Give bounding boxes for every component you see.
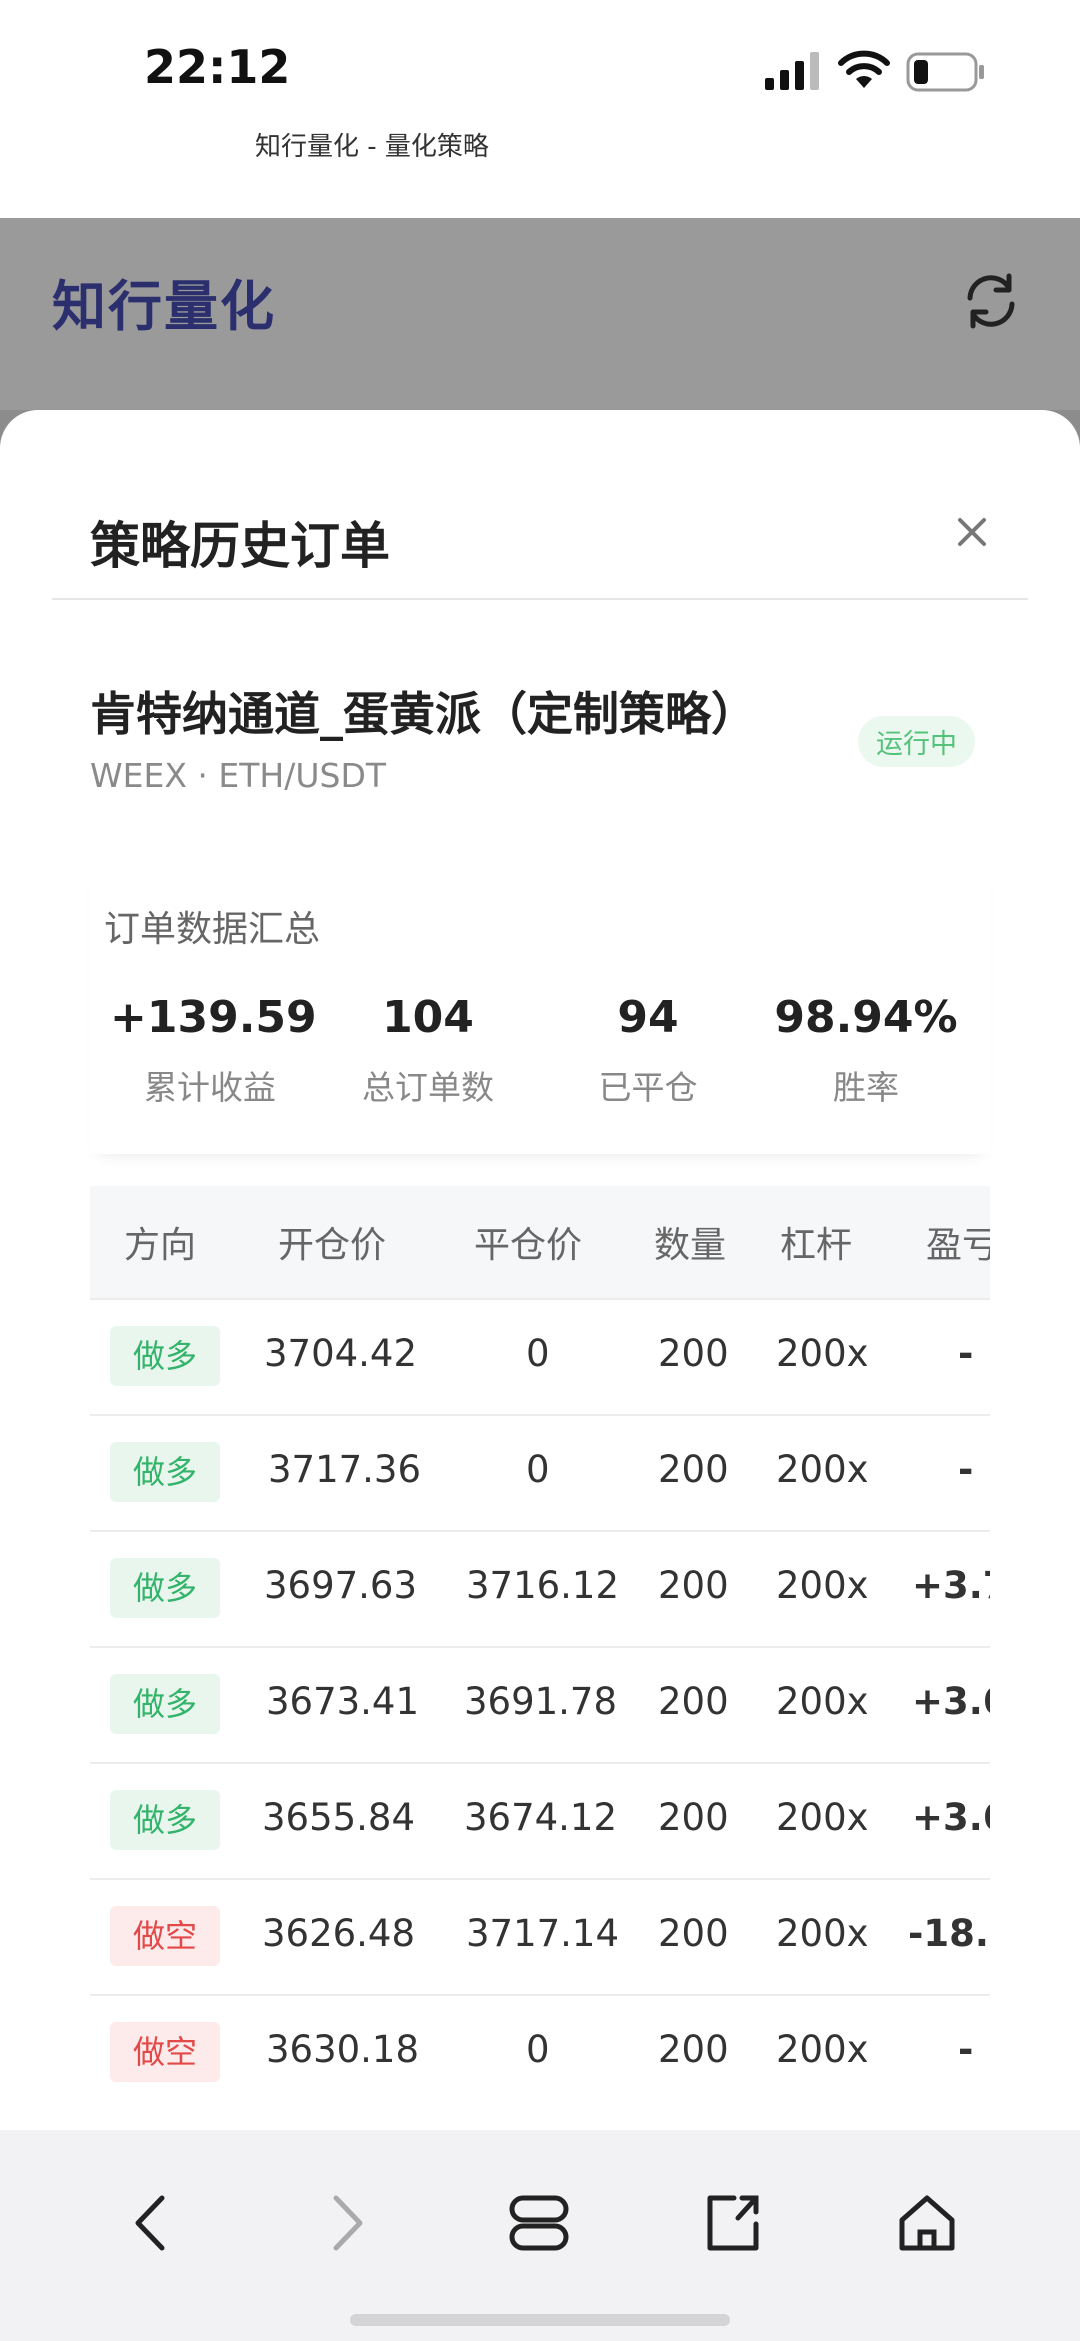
wifi-icon bbox=[838, 50, 890, 88]
pnl: +3.6 bbox=[912, 1680, 990, 1723]
open-price: 3673.41 bbox=[266, 1680, 420, 1723]
direction-tag: 做空 bbox=[110, 2022, 220, 2082]
close-price: 3717.14 bbox=[466, 1912, 620, 1955]
leverage: 200x bbox=[776, 1912, 869, 1955]
direction-tag: 做多 bbox=[110, 1790, 220, 1850]
stat-label: 总订单数 bbox=[362, 1068, 494, 1107]
sheet-title: 策略历史订单 bbox=[90, 517, 390, 575]
stat-value: 98.94% bbox=[774, 992, 958, 1043]
stat-label: 累计收益 bbox=[144, 1068, 276, 1107]
table-row[interactable]: 做空 3630.18 0 200 200x - bbox=[90, 1994, 990, 2112]
stat-total-orders: 104 总订单数 bbox=[328, 992, 528, 1109]
close-price: 0 bbox=[526, 1448, 550, 1491]
stat-value: +139.59 bbox=[110, 992, 317, 1043]
header-direction: 方向 bbox=[124, 1225, 197, 1266]
table-row[interactable]: 做多 3697.63 3716.12 200 200x +3.7 bbox=[90, 1530, 990, 1648]
table-row[interactable]: 做多 3704.42 0 200 200x - bbox=[90, 1298, 990, 1416]
header-open-price: 开仓价 bbox=[278, 1225, 387, 1266]
pnl: - bbox=[958, 1448, 974, 1491]
direction-tag: 做多 bbox=[110, 1442, 220, 1502]
leverage: 200x bbox=[776, 1796, 869, 1839]
direction-tag: 做多 bbox=[110, 1326, 220, 1386]
stat-value: 94 bbox=[617, 992, 679, 1043]
exchange-pair: WEEX · ETH/USDT bbox=[90, 756, 387, 795]
close-price: 0 bbox=[526, 2028, 550, 2071]
open-price: 3704.42 bbox=[264, 1332, 418, 1375]
leverage: 200x bbox=[776, 2028, 869, 2071]
tabs-icon[interactable] bbox=[504, 2188, 574, 2258]
direction-tag: 做空 bbox=[110, 1906, 220, 1966]
table-header: 方向 开仓价 平仓价 数量 杠杆 盈亏 bbox=[90, 1186, 990, 1298]
quantity: 200 bbox=[658, 1564, 729, 1607]
open-price: 3655.84 bbox=[262, 1796, 416, 1839]
forward-icon[interactable] bbox=[310, 2188, 380, 2258]
close-price: 3674.12 bbox=[464, 1796, 618, 1839]
app-title: 知行量化 bbox=[52, 275, 276, 338]
header-leverage: 杠杆 bbox=[780, 1225, 853, 1266]
status-bar: 22:12 知行量化 - 量化策略 bbox=[0, 0, 1080, 162]
leverage: 200x bbox=[776, 1680, 869, 1723]
stat-value: 104 bbox=[382, 992, 474, 1043]
open-price: 3630.18 bbox=[266, 2028, 420, 2071]
stat-label: 胜率 bbox=[833, 1068, 899, 1107]
table-row[interactable]: 做多 3717.36 0 200 200x - bbox=[90, 1414, 990, 1532]
quantity: 200 bbox=[658, 1332, 729, 1375]
stat-label: 已平仓 bbox=[598, 1068, 698, 1107]
quantity: 200 bbox=[658, 2028, 729, 2071]
orders-table[interactable]: 方向 开仓价 平仓价 数量 杠杆 盈亏 做多 3704.42 0 200 200… bbox=[90, 1186, 990, 2130]
header-pnl: 盈亏 bbox=[926, 1225, 990, 1266]
pnl: - bbox=[958, 2028, 974, 2071]
header-close-price: 平仓价 bbox=[474, 1225, 583, 1266]
pnl: - bbox=[958, 1332, 974, 1375]
table-row[interactable]: 做多 3655.84 3674.12 200 200x +3.6 bbox=[90, 1762, 990, 1880]
home-indicator bbox=[350, 2314, 730, 2326]
table-row[interactable]: 做空 3626.48 3717.14 200 200x -18.1 bbox=[90, 1878, 990, 1996]
browser-toolbar bbox=[0, 2130, 1080, 2341]
close-price: 0 bbox=[526, 1332, 550, 1375]
leverage: 200x bbox=[776, 1332, 869, 1375]
share-icon[interactable] bbox=[698, 2188, 768, 2258]
quantity: 200 bbox=[658, 1912, 729, 1955]
quantity: 200 bbox=[658, 1448, 729, 1491]
direction-tag: 做多 bbox=[110, 1674, 220, 1734]
refresh-icon[interactable] bbox=[958, 268, 1024, 334]
pnl: +3.6 bbox=[912, 1796, 990, 1839]
quantity: 200 bbox=[658, 1796, 729, 1839]
page-title: 知行量化 - 量化策略 bbox=[255, 132, 489, 162]
quantity: 200 bbox=[658, 1680, 729, 1723]
close-price: 3691.78 bbox=[464, 1680, 618, 1723]
summary-card: 订单数据汇总 +139.59 累计收益 104 总订单数 94 已平仓 98.9… bbox=[90, 864, 990, 1154]
order-history-sheet: 策略历史订单 肯特纳通道_蛋黄派（定制策略） 运行中 WEEX · ETH/US… bbox=[0, 410, 1080, 2130]
strategy-name: 肯特纳通道_蛋黄派（定制策略） bbox=[90, 687, 757, 741]
stat-total-profit: +139.59 累计收益 bbox=[110, 992, 317, 1109]
close-price: 3716.12 bbox=[466, 1564, 620, 1607]
divider bbox=[52, 598, 1028, 600]
table-row[interactable]: 做多 3673.41 3691.78 200 200x +3.6 bbox=[90, 1646, 990, 1764]
pnl: +3.7 bbox=[912, 1564, 990, 1607]
back-icon[interactable] bbox=[118, 2188, 188, 2258]
stat-closed: 94 已平仓 bbox=[548, 992, 748, 1109]
cellular-signal-icon bbox=[765, 52, 819, 90]
leverage: 200x bbox=[776, 1564, 869, 1607]
leverage: 200x bbox=[776, 1448, 869, 1491]
battery-icon bbox=[906, 52, 984, 92]
header-quantity: 数量 bbox=[654, 1225, 727, 1266]
close-icon[interactable] bbox=[946, 506, 998, 558]
open-price: 3697.63 bbox=[264, 1564, 418, 1607]
open-price: 3717.36 bbox=[268, 1448, 422, 1491]
open-price: 3626.48 bbox=[262, 1912, 416, 1955]
pnl: -18.1 bbox=[908, 1912, 990, 1955]
summary-title: 订单数据汇总 bbox=[104, 909, 321, 950]
home-icon[interactable] bbox=[892, 2188, 962, 2258]
stat-win-rate: 98.94% 胜率 bbox=[766, 992, 966, 1109]
status-badge: 运行中 bbox=[858, 716, 975, 767]
clock: 22:12 bbox=[144, 40, 291, 94]
direction-tag: 做多 bbox=[110, 1558, 220, 1618]
